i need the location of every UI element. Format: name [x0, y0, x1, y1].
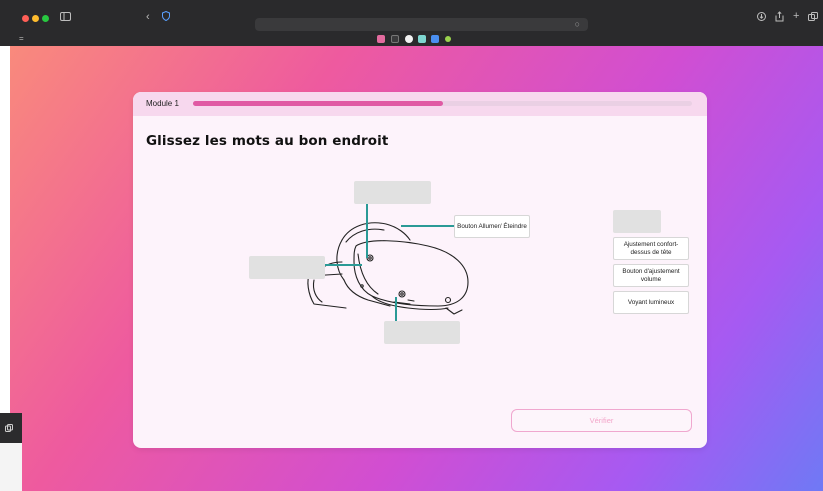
download-icon[interactable]	[757, 12, 766, 25]
address-bar[interactable]: ○	[255, 18, 588, 31]
favorite-icon[interactable]	[418, 35, 426, 43]
word-bank-empty-slot[interactable]	[613, 210, 661, 233]
maximize-window-button[interactable]	[42, 15, 49, 22]
menu-icon[interactable]: =	[19, 33, 24, 45]
browser-toolbar: ‹ ○ + =	[0, 0, 823, 46]
module-progress-fill	[193, 101, 443, 106]
module-header: Module 1	[133, 92, 707, 116]
verify-button[interactable]: Vérifier	[511, 409, 692, 432]
drop-zone-bottom[interactable]	[384, 321, 460, 344]
word-bank-item[interactable]: Ajustement confort-dessus de tête	[613, 237, 689, 260]
favorite-icon[interactable]	[391, 35, 399, 43]
share-icon[interactable]	[775, 11, 784, 26]
close-window-button[interactable]	[22, 15, 29, 22]
tabs-icon[interactable]	[808, 12, 818, 25]
chevron-left-icon[interactable]: ‹	[146, 11, 150, 23]
plus-icon[interactable]: +	[793, 10, 799, 22]
minimize-window-button[interactable]	[32, 15, 39, 22]
favorite-icon[interactable]	[405, 35, 413, 43]
exercise-card: Module 1 Glissez les mots au bon endroit	[133, 92, 707, 448]
favorite-icon[interactable]	[431, 35, 439, 43]
word-bank-item[interactable]: Bouton d'ajustement volume	[613, 264, 689, 287]
drop-zone-top[interactable]	[354, 181, 431, 204]
sidebar-icon[interactable]	[60, 12, 71, 25]
placed-label-power-button[interactable]: Bouton Allumer/ Éteindre	[454, 215, 530, 238]
privacy-report-icon[interactable]: ○	[575, 19, 580, 29]
word-bank-item[interactable]: Voyant lumineux	[613, 291, 689, 314]
connector-line	[324, 264, 362, 266]
background-window[interactable]	[0, 413, 22, 491]
exercise-title: Glissez les mots au bon endroit	[146, 133, 389, 149]
module-label: Module 1	[146, 99, 179, 108]
module-progress-bar	[193, 101, 692, 106]
shield-icon[interactable]	[162, 10, 170, 25]
connector-line	[401, 225, 456, 227]
drop-zone-left[interactable]	[249, 256, 325, 279]
page-background: Module 1 Glissez les mots au bon endroit	[10, 46, 823, 491]
copy-icon[interactable]	[5, 424, 13, 434]
connector-line	[366, 203, 368, 258]
favorite-icon[interactable]	[377, 35, 385, 43]
favorite-icon[interactable]	[445, 36, 451, 42]
favorites-bar: =	[0, 33, 823, 46]
